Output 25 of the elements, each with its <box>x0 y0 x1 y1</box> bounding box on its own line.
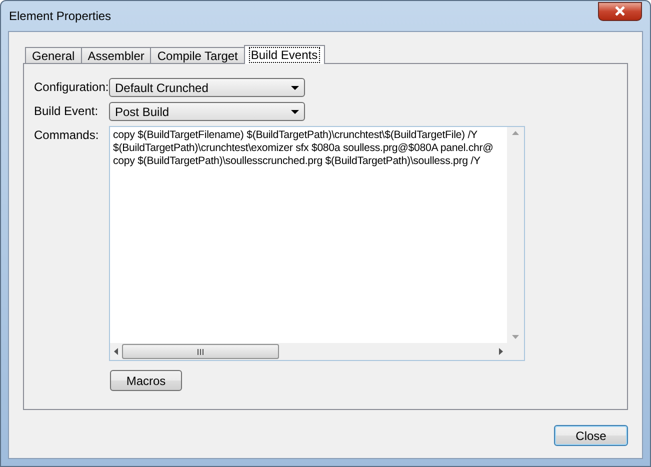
close-button[interactable] <box>598 2 642 20</box>
window-title: Element Properties <box>9 9 112 23</box>
build-event-dropdown[interactable]: Post Build <box>109 102 305 121</box>
scrollbar-thumb[interactable] <box>122 344 279 359</box>
horizontal-scrollbar[interactable] <box>110 343 507 360</box>
tab[interactable]: Compile Target <box>150 47 245 64</box>
tab[interactable]: General <box>25 47 82 64</box>
field-label: Build Event: <box>34 103 100 120</box>
field-label: Commands: <box>34 127 100 144</box>
tab[interactable]: Build Events <box>244 45 325 64</box>
commands-field[interactable]: copy $(BuildTargetFilename) $(BuildTargetPath)\crunchtest\$(BuildTargetFile) /Y $(BuildTargetPath)\crunchtest\exomizer sfx $080a soulless.prg@$080A panel.chr@ copy $(BuildTargetPath)\soullesscrunched.prg $(BuildTargetPath)\soulless.prg /Y <box>109 126 525 361</box>
scroll-right-icon <box>499 348 503 355</box>
tab[interactable]: Assembler <box>80 47 152 64</box>
scroll-up-icon <box>512 131 519 135</box>
macros-button[interactable]: Macros <box>110 370 182 391</box>
close-button[interactable]: Close <box>554 425 628 446</box>
field-label: Configuration: <box>34 79 109 96</box>
caret-icon <box>291 86 299 90</box>
vertical-scrollbar[interactable] <box>507 127 524 343</box>
scroll-left-icon <box>114 348 118 355</box>
configuration-dropdown[interactable]: Default Crunched <box>109 78 305 97</box>
close-icon <box>614 6 626 16</box>
caret-icon <box>291 110 299 114</box>
scroll-down-icon <box>512 335 519 339</box>
grip-icon <box>197 348 204 354</box>
